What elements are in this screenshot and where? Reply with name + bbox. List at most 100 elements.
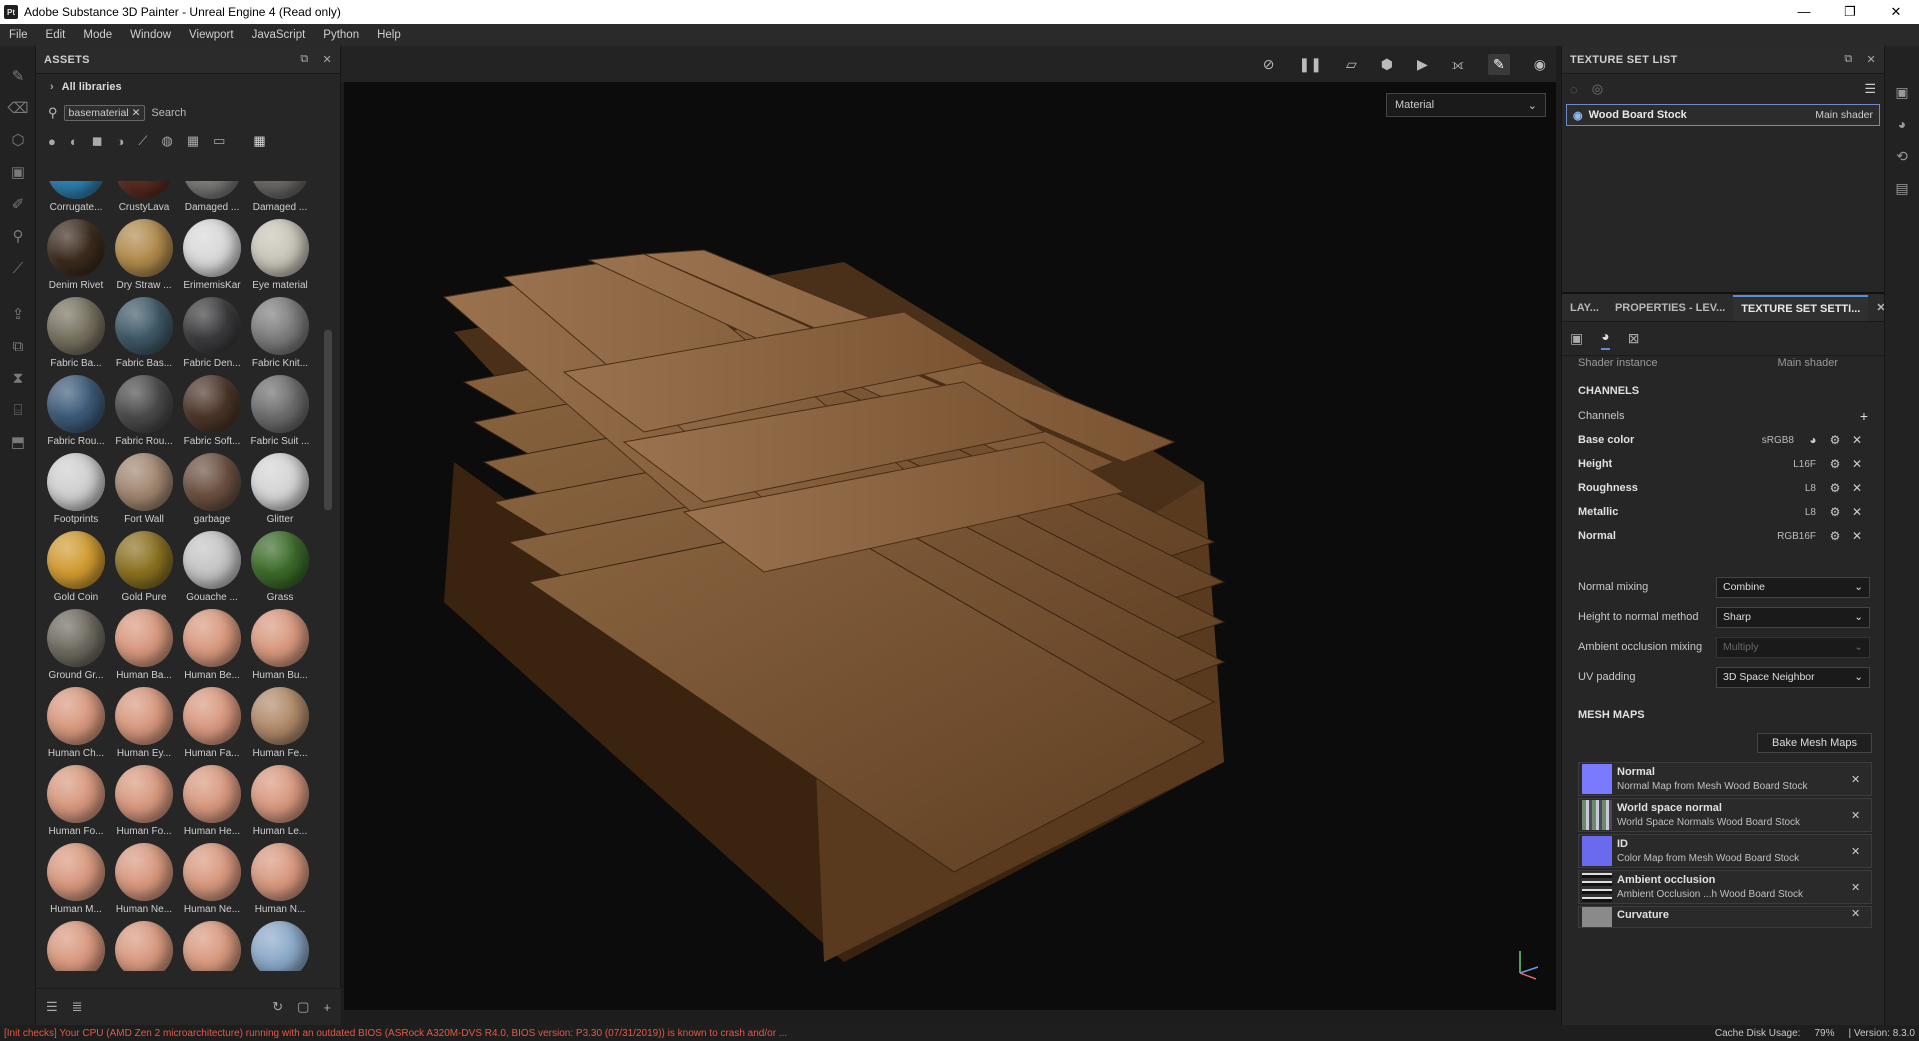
asset-thumbnail[interactable]: Fabric Bas...: [110, 297, 178, 375]
remove-icon[interactable]: ✕: [1846, 529, 1868, 543]
asset-thumbnail[interactable]: Human Ch...: [42, 687, 110, 765]
asset-thumbnail[interactable]: Fabric Soft...: [178, 375, 246, 453]
details-view-icon[interactable]: ≣: [72, 999, 83, 1015]
channel-format[interactable]: L8: [1805, 507, 1816, 518]
environment-filter-icon[interactable]: ▭: [213, 133, 225, 149]
settings-icon[interactable]: ▣: [1570, 330, 1583, 347]
texture-set-item[interactable]: ◉ Wood Board Stock Main shader: [1566, 104, 1880, 126]
float-panel-icon[interactable]: ⧉: [300, 53, 308, 66]
view-3d-icon[interactable]: ⬢: [1381, 56, 1393, 73]
mesh-map-item[interactable]: World space normal World Space Normals Wo…: [1578, 798, 1872, 832]
remove-icon[interactable]: ✕: [1851, 809, 1871, 822]
gear-icon[interactable]: ⚙: [1824, 505, 1846, 519]
shelf-icon[interactable]: ⧉: [0, 330, 36, 362]
refresh-icon[interactable]: ↻: [272, 999, 283, 1015]
channel-row[interactable]: Height L16F ⚙ ✕: [1562, 452, 1884, 476]
asset-thumbnail[interactable]: Gold Pure: [110, 531, 178, 609]
gear-icon[interactable]: ⚙: [1824, 529, 1846, 543]
camera-icon[interactable]: ▶: [1417, 56, 1428, 73]
asset-thumbnail[interactable]: Damaged ...: [246, 181, 314, 219]
projection-icon[interactable]: ⬡: [0, 124, 36, 156]
asset-thumbnail[interactable]: garbage: [178, 453, 246, 531]
mask-filter-icon[interactable]: ◼: [92, 133, 103, 149]
list-view-icon[interactable]: ☰: [46, 999, 58, 1015]
close-panel-icon[interactable]: ✕: [322, 53, 332, 66]
export-icon[interactable]: ⇪: [0, 298, 36, 330]
log-icon[interactable]: ▤: [1885, 172, 1919, 204]
shader-instance-value[interactable]: Main shader: [1777, 357, 1838, 369]
search-input[interactable]: Search: [151, 107, 186, 119]
asset-thumbnail[interactable]: CrustyLava: [110, 181, 178, 219]
float-panel-icon[interactable]: ⧉: [1844, 53, 1852, 66]
tab-properties[interactable]: PROPERTIES - LEV...: [1607, 302, 1733, 314]
asset-thumbnail[interactable]: Eye material: [246, 219, 314, 297]
alpha-filter-icon[interactable]: ◍: [161, 133, 172, 149]
symmetry-icon[interactable]: ⟗: [1452, 56, 1464, 73]
clone-stamp-icon[interactable]: ⚲: [0, 220, 36, 252]
menu-edit[interactable]: Edit: [37, 29, 75, 41]
remove-tag-icon[interactable]: ✕: [132, 107, 141, 119]
assets-scrollbar[interactable]: [324, 330, 332, 510]
asset-thumbnail[interactable]: Human Be...: [178, 609, 246, 687]
gear-icon[interactable]: ⚙: [1824, 457, 1846, 471]
normal-mixing-select[interactable]: Combine ⌄: [1716, 576, 1870, 598]
asset-thumbnail[interactable]: Fort Wall: [110, 453, 178, 531]
visibility-icon[interactable]: ◎: [1592, 81, 1603, 97]
shader-settings-icon[interactable]: ◕: [1885, 108, 1919, 140]
asset-thumbnail[interactable]: Gold Coin: [42, 531, 110, 609]
asset-thumbnail[interactable]: [110, 921, 178, 971]
gear-icon[interactable]: ⚙: [1824, 481, 1846, 495]
viewport-material-select[interactable]: Material ⌄: [1386, 93, 1546, 117]
shader-icon[interactable]: ◕: [1601, 328, 1610, 350]
maximize-button[interactable]: ❐: [1827, 4, 1873, 20]
asset-thumbnail[interactable]: Corrugate...: [42, 181, 110, 219]
height-to-normal-select[interactable]: Sharp ⌄: [1716, 606, 1870, 628]
asset-thumbnail[interactable]: Dry Straw ...: [110, 219, 178, 297]
remove-icon[interactable]: ✕: [1851, 845, 1871, 858]
menu-mode[interactable]: Mode: [74, 29, 121, 41]
library-selector[interactable]: › All libraries: [36, 74, 340, 100]
eraser-icon[interactable]: ⌫: [0, 92, 36, 124]
history-icon[interactable]: ⟲: [1885, 140, 1919, 172]
bake-mesh-maps-button[interactable]: Bake Mesh Maps: [1757, 733, 1872, 753]
asset-thumbnail[interactable]: Grass: [246, 531, 314, 609]
menu-file[interactable]: File: [0, 29, 37, 41]
remove-icon[interactable]: ✕: [1851, 907, 1871, 920]
channel-format[interactable]: sRGB8: [1762, 435, 1794, 446]
asset-thumbnail[interactable]: Fabric Rou...: [110, 375, 178, 453]
grid-view-icon[interactable]: ▦: [253, 133, 265, 149]
tab-layers[interactable]: LAY...: [1562, 302, 1607, 314]
display-settings-icon[interactable]: ⌸: [0, 394, 36, 426]
remove-icon[interactable]: ✕: [1851, 881, 1871, 894]
hide-icon[interactable]: ◌: [1570, 82, 1578, 97]
asset-thumbnail[interactable]: Human Fo...: [110, 765, 178, 843]
add-icon[interactable]: +: [323, 1000, 331, 1015]
menu-window[interactable]: Window: [121, 29, 180, 41]
menu-viewport[interactable]: Viewport: [180, 29, 243, 41]
channel-format[interactable]: RGB16F: [1777, 531, 1816, 542]
asset-thumbnail[interactable]: [246, 921, 314, 971]
paint-brush-icon[interactable]: ✎: [0, 60, 36, 92]
remove-icon[interactable]: ✕: [1846, 481, 1868, 495]
asset-thumbnail[interactable]: Human He...: [178, 765, 246, 843]
viewport[interactable]: [344, 82, 1556, 1010]
asset-thumbnail[interactable]: Human Fo...: [42, 765, 110, 843]
menu-help[interactable]: Help: [368, 29, 410, 41]
asset-thumbnail[interactable]: Fabric Den...: [178, 297, 246, 375]
asset-thumbnail[interactable]: Human N...: [246, 843, 314, 921]
minimize-button[interactable]: —: [1781, 4, 1827, 20]
asset-thumbnail[interactable]: Human Ey...: [110, 687, 178, 765]
library-icon[interactable]: ⬒: [0, 426, 36, 458]
close-button[interactable]: ✕: [1873, 4, 1919, 20]
tab-texture-set-settings[interactable]: TEXTURE SET SETTI...: [1733, 294, 1869, 321]
eye-icon[interactable]: ◉: [1573, 109, 1583, 122]
folder-icon[interactable]: ▢: [297, 999, 309, 1015]
asset-thumbnail[interactable]: Damaged ...: [178, 181, 246, 219]
display-icon[interactable]: ▣: [1885, 76, 1919, 108]
menu-javascript[interactable]: JavaScript: [243, 29, 315, 41]
remove-icon[interactable]: ✕: [1846, 505, 1868, 519]
mesh-map-item[interactable]: Ambient occlusion Ambient Occlusion ...h …: [1578, 870, 1872, 904]
close-panel-icon[interactable]: ✕: [1866, 53, 1876, 66]
filter-filter-icon[interactable]: ◑: [117, 134, 125, 149]
brush-filter-icon[interactable]: ⟋: [138, 133, 147, 149]
